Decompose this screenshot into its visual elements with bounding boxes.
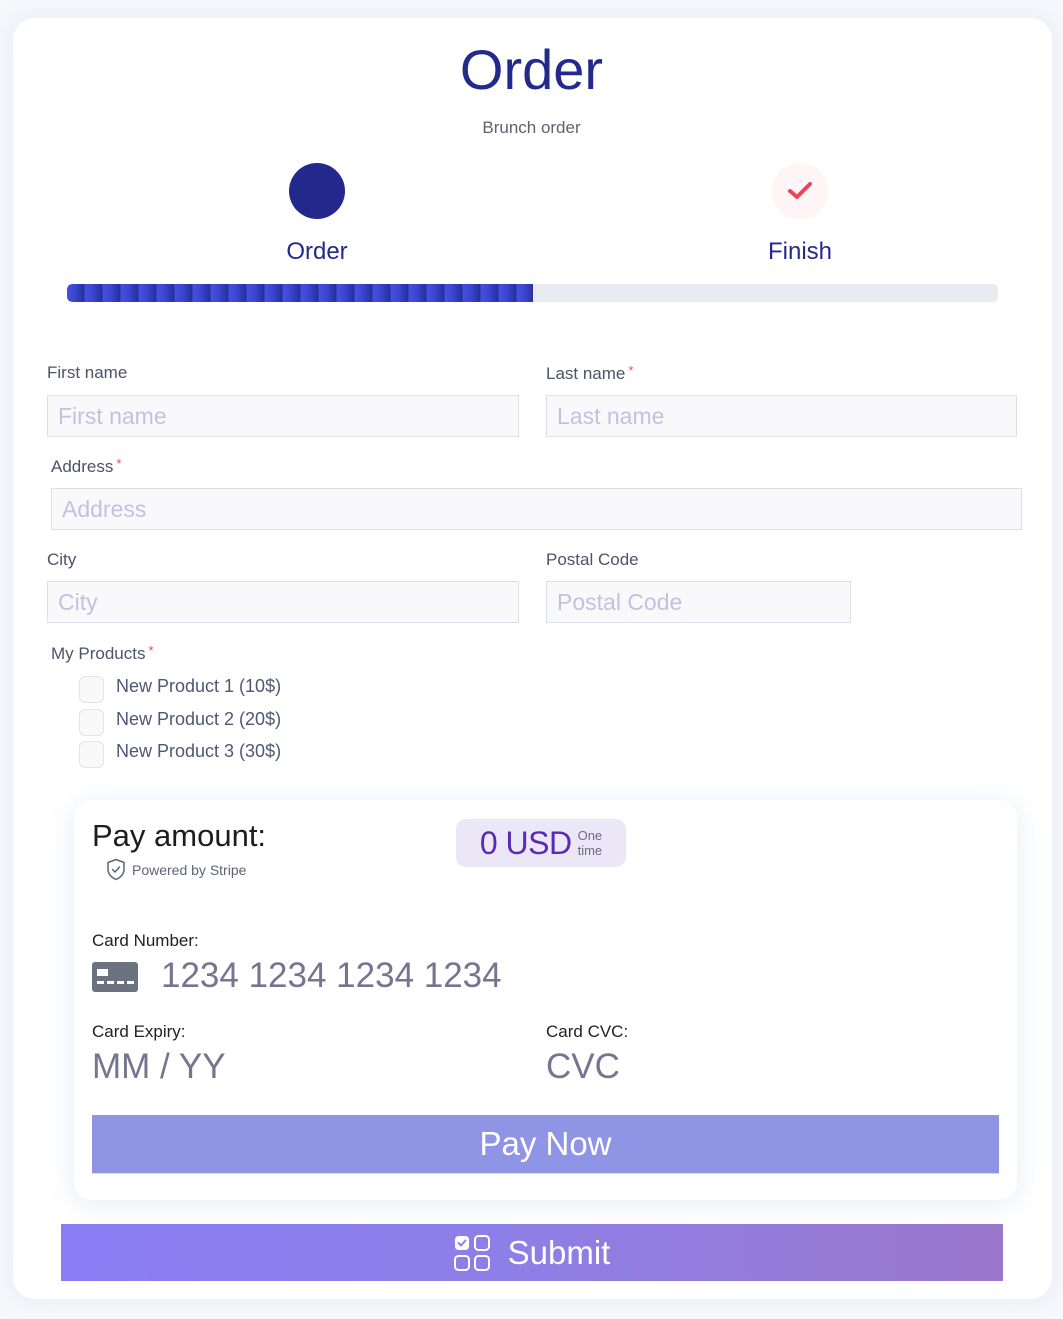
- address-label-text: Address: [51, 457, 114, 476]
- address-label: Address *: [51, 456, 121, 477]
- amount-value: 0 USD: [479, 824, 572, 861]
- step-finish-label: Finish: [767, 238, 833, 265]
- step-order-indicator[interactable]: [289, 163, 345, 219]
- address-input[interactable]: [51, 488, 1022, 530]
- powered-by-stripe: Powered by Stripe: [106, 858, 246, 881]
- powered-by-text: Powered by Stripe: [132, 861, 247, 878]
- last-name-label-text: Last name: [546, 364, 626, 383]
- checklist-grid-icon: [453, 1234, 490, 1271]
- last-name-label: Last name *: [546, 363, 633, 384]
- credit-card-icon: [92, 962, 138, 992]
- page-subtitle: Brunch order: [482, 118, 581, 137]
- required-marker: *: [148, 643, 154, 658]
- shield-check-icon: [107, 858, 125, 881]
- products-label-text: My Products: [51, 644, 146, 663]
- card-number-label: Card Number:: [92, 931, 199, 950]
- required-marker: *: [116, 456, 122, 471]
- postal-code-label-text: Postal Code: [546, 550, 639, 569]
- amount-badge: 0 USD One time: [456, 819, 626, 867]
- product-option[interactable]: New Product 2 (20$): [79, 709, 281, 736]
- card-expiry-input[interactable]: MM / YY: [92, 1047, 226, 1087]
- card-cvc-label: Card CVC:: [546, 1022, 629, 1041]
- progress-bar: [67, 284, 998, 302]
- product-3-label[interactable]: New Product 3 (30$): [116, 741, 281, 762]
- step-finish-indicator[interactable]: [772, 163, 828, 219]
- products-label: My Products *: [51, 643, 154, 664]
- city-label-text: City: [47, 550, 77, 569]
- card-number-input[interactable]: 1234 1234 1234 1234: [161, 956, 502, 996]
- product-1-label[interactable]: New Product 1 (10$): [116, 676, 281, 697]
- submit-button-label: Submit: [507, 1233, 611, 1271]
- submit-button[interactable]: Submit: [61, 1224, 1003, 1281]
- frequency-line-2: time: [577, 843, 603, 858]
- page-title: Order: [459, 38, 604, 101]
- card-expiry-label: Card Expiry:: [92, 1022, 186, 1041]
- first-name-input[interactable]: [47, 395, 519, 437]
- card-cvc-input[interactable]: CVC: [546, 1047, 620, 1087]
- city-input[interactable]: [47, 581, 519, 623]
- postal-code-input[interactable]: [546, 581, 851, 623]
- amount-frequency: One time: [578, 828, 603, 858]
- check-icon: [788, 182, 812, 199]
- product-option[interactable]: New Product 3 (30$): [79, 741, 281, 768]
- postal-code-label: Postal Code: [546, 550, 639, 570]
- first-name-label: First name: [47, 363, 127, 383]
- progress-bar-fill: [67, 284, 533, 302]
- frequency-line-1: One: [577, 828, 603, 843]
- product-2-label[interactable]: New Product 2 (20$): [116, 709, 281, 730]
- product-option[interactable]: New Product 1 (10$): [79, 676, 281, 703]
- required-marker: *: [628, 363, 634, 378]
- first-name-label-text: First name: [47, 363, 128, 382]
- product-2-checkbox[interactable]: [79, 709, 104, 736]
- last-name-input[interactable]: [546, 395, 1017, 437]
- product-1-checkbox[interactable]: [79, 676, 104, 703]
- step-order-label: Order: [286, 238, 348, 265]
- pay-amount-title: Pay amount:: [92, 818, 267, 853]
- city-label: City: [47, 550, 76, 570]
- product-3-checkbox[interactable]: [79, 741, 104, 768]
- pay-now-button[interactable]: Pay Now: [92, 1115, 999, 1174]
